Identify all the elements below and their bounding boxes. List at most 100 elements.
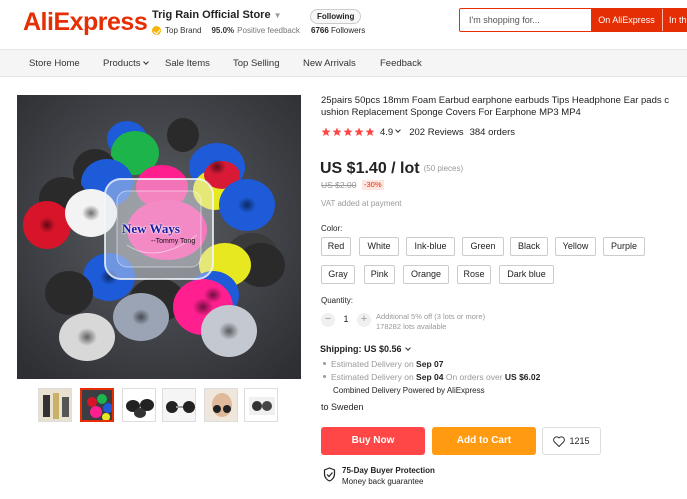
buyer-protection-subtitle: Money back guarantee <box>342 477 424 486</box>
main-product-image[interactable]: New Ways --Tommy Tong <box>17 95 301 379</box>
thumbnail-image <box>245 389 277 421</box>
color-label: Color: <box>321 224 343 233</box>
rating-row: 4.9 202 Reviews 384 orders <box>321 126 515 138</box>
nav-products-label: Products <box>103 58 141 69</box>
star-rating <box>321 127 376 137</box>
vat-note: VAT added at payment <box>321 199 402 208</box>
thumbnail-strip <box>38 388 288 424</box>
followers-label: Followers <box>331 26 366 35</box>
quantity-decrease-button[interactable]: − <box>321 313 335 327</box>
nav-top-selling[interactable]: Top Selling <box>233 50 279 78</box>
delivery-threshold: US $6.02 <box>504 372 541 382</box>
store-name[interactable]: Trig Rain Official Store ▼ <box>152 9 282 21</box>
color-option[interactable]: Yellow <box>555 237 596 256</box>
delivery-date: Sep 04 <box>416 372 444 382</box>
rating-score[interactable]: 4.9 <box>380 127 393 138</box>
store-name-text: Trig Rain Official Store <box>152 9 271 21</box>
star-icon <box>365 127 375 136</box>
store-nav: Store Home Products Sale Items Top Selli… <box>0 49 687 77</box>
color-option[interactable]: Black <box>510 237 548 256</box>
color-option[interactable]: Red <box>321 237 351 256</box>
nav-products[interactable]: Products <box>103 50 149 78</box>
positive-feedback-percent: 95.0% <box>211 26 235 35</box>
color-option[interactable]: Green <box>462 237 504 256</box>
search-store-button[interactable]: In this store <box>662 9 687 31</box>
color-option[interactable]: Rose <box>457 265 491 284</box>
wishlist-count: 1215 <box>569 436 590 446</box>
delivery-condition: On orders over <box>445 372 503 382</box>
wishlist-button[interactable]: 1215 <box>542 427 601 455</box>
shield-check-icon <box>323 467 336 482</box>
quantity-note: Additional 5% off (3 lots or more) 17828… <box>376 312 485 331</box>
thumbnail[interactable] <box>38 388 72 422</box>
thumbnail-image <box>82 390 112 420</box>
follow-button[interactable]: Following <box>310 9 362 24</box>
nav-feedback[interactable]: Feedback <box>380 50 422 78</box>
star-icon <box>321 127 331 136</box>
check-badge-icon <box>152 26 161 35</box>
thumbnail-image <box>205 389 237 421</box>
bullet-icon <box>323 375 326 378</box>
followers-count: 6766 Followers <box>311 26 365 35</box>
combined-delivery-note: Combined Delivery Powered by AliExpress <box>333 386 485 395</box>
shipping-label: Shipping: US $0.56 <box>320 344 402 354</box>
add-to-cart-button[interactable]: Add to Cart <box>432 427 536 455</box>
delivery-label: Estimated Delivery on <box>331 359 414 369</box>
delivery-label: Estimated Delivery on <box>331 372 414 382</box>
thumbnail[interactable] <box>122 388 156 422</box>
chevron-down-icon <box>404 345 411 351</box>
chevron-down-icon: ▼ <box>273 11 282 20</box>
delivery-estimate: Estimated Delivery on Sep 04 On orders o… <box>323 372 540 382</box>
nav-new-arrivals[interactable]: New Arrivals <box>303 50 356 78</box>
price-value: US $1.40 / lot <box>320 160 420 177</box>
watermark-text: New Ways <box>122 221 180 236</box>
positive-feedback-label: Positive feedback <box>237 26 300 35</box>
delivery-date: Sep 07 <box>416 359 444 369</box>
price-pieces: (50 pieces) <box>423 164 464 173</box>
ship-to-country[interactable]: to Sweden <box>321 402 364 412</box>
color-option[interactable]: Ink-blue <box>406 237 455 256</box>
thumbnail-selected[interactable] <box>80 388 114 422</box>
nav-store-home[interactable]: Store Home <box>29 50 80 78</box>
heart-icon <box>553 435 566 447</box>
bulk-discount-note: Additional 5% off (3 lots or more) <box>376 312 486 321</box>
bullet-icon <box>323 362 326 365</box>
product-title: 25pairs 50pcs 18mm Foam Earbud earphone … <box>321 95 670 118</box>
nav-sale-items[interactable]: Sale Items <box>165 50 210 78</box>
followers-number: 6766 <box>311 26 329 35</box>
thumbnail-image <box>123 389 155 421</box>
orders-count: 384 orders <box>469 126 516 138</box>
color-option[interactable]: Orange <box>403 265 449 284</box>
quantity-label: Quantity: <box>321 296 354 305</box>
aliexpress-logo[interactable]: AliExpress <box>23 8 148 37</box>
thumbnail[interactable] <box>204 388 238 422</box>
color-option[interactable]: White <box>359 237 399 256</box>
watermark-subtext: --Tommy Tong <box>151 238 196 245</box>
color-option[interactable]: Dark blue <box>499 265 554 284</box>
quantity-increase-button[interactable]: + <box>357 313 371 327</box>
thumbnail[interactable] <box>162 388 196 422</box>
site-header: AliExpress Trig Rain Official Store ▼ Top… <box>0 0 687 48</box>
star-icon <box>332 127 342 136</box>
shipping-selector[interactable]: Shipping: US $0.56 <box>320 344 411 354</box>
buy-now-button[interactable]: Buy Now <box>321 427 425 455</box>
quantity-value[interactable]: 1 <box>340 314 352 324</box>
reviews-link[interactable]: 202 Reviews <box>409 127 463 138</box>
color-option[interactable]: Purple <box>603 237 645 256</box>
search-aliexpress-button[interactable]: On AliExpress <box>591 9 662 31</box>
color-option[interactable]: Pink <box>364 265 395 284</box>
chevron-down-icon[interactable] <box>395 127 402 133</box>
star-icon <box>354 127 364 136</box>
discount-badge: -30% <box>362 180 384 190</box>
original-price: US $2.00 <box>321 180 357 190</box>
store-meta: Top Brand 95.0% Positive feedback <box>152 26 300 35</box>
search-input[interactable] <box>460 9 591 31</box>
search-bar: On AliExpress In this store <box>459 8 687 32</box>
buyer-protection-title: 75-Day Buyer Protection <box>342 466 435 475</box>
thumbnail[interactable] <box>244 388 278 422</box>
thumbnail-image <box>163 389 195 421</box>
thumbnail-image <box>39 389 71 421</box>
product-photo <box>17 95 301 379</box>
star-icon <box>343 127 353 136</box>
color-option[interactable]: Gray <box>321 265 355 284</box>
